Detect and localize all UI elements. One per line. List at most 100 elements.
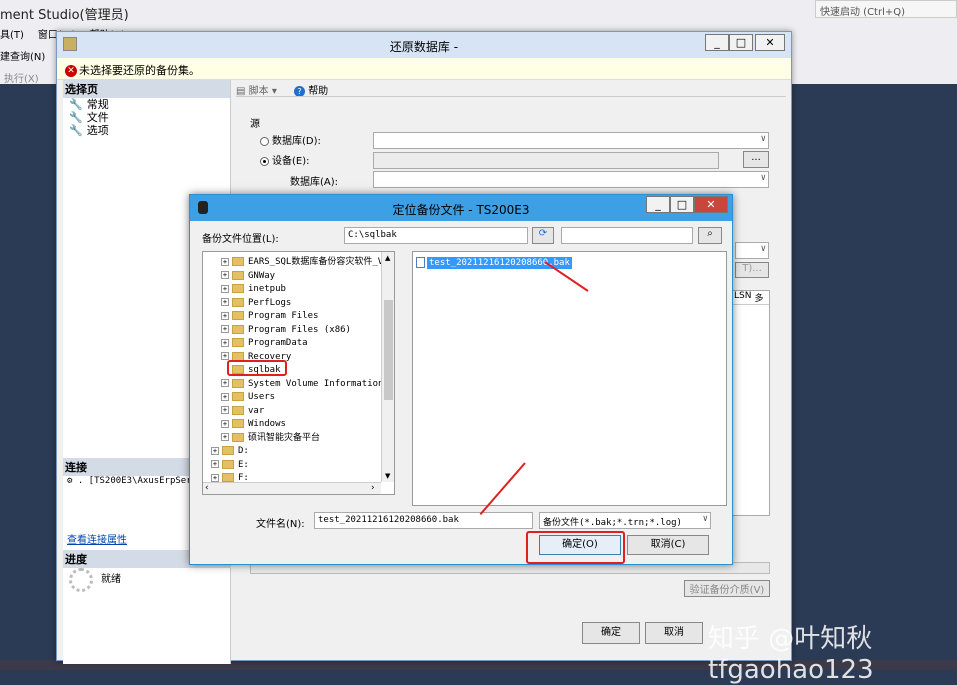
folder-icon [232, 378, 244, 388]
tree-node[interactable]: + Program Files [221, 310, 318, 322]
tree-node[interactable]: + Program Files (x86) [221, 324, 351, 336]
expand-icon[interactable]: + [221, 257, 229, 266]
expand-icon[interactable]: + [211, 446, 219, 455]
location-input[interactable]: C:\sqlbak [344, 227, 528, 244]
ok-highlight [526, 531, 625, 564]
expand-icon[interactable]: + [221, 419, 229, 428]
toolbar-divider [236, 96, 786, 97]
target-database-dropdown[interactable] [373, 171, 769, 188]
verify-backup-button[interactable]: 验证备份介质(V) [684, 580, 770, 597]
progress-spinner-icon [69, 568, 93, 592]
maximize-button[interactable]: □ [670, 196, 694, 213]
tree-node[interactable]: + ProgramData [221, 337, 308, 349]
expand-icon[interactable]: + [221, 298, 229, 306]
source-database-dropdown[interactable] [373, 132, 769, 149]
device-radio[interactable]: 设备(E): [260, 152, 310, 167]
filename-label: 文件名(N): [256, 519, 305, 530]
tree-hscrollbar[interactable]: ‹ › [203, 482, 381, 494]
tree-node[interactable]: + GNWay [221, 270, 275, 282]
help-button[interactable]: ? 帮助 [294, 82, 328, 97]
refresh-icon[interactable]: ⟳ [532, 227, 554, 244]
ok-button[interactable]: 确定 [582, 622, 640, 644]
scroll-thumb[interactable] [384, 300, 393, 400]
expand-icon[interactable]: + [221, 406, 229, 414]
folder-icon [222, 473, 234, 482]
folder-icon [232, 257, 244, 266]
column-header: 多 [754, 294, 764, 304]
menu-tools[interactable]: 具(T) [0, 26, 24, 41]
tree-node[interactable]: + var [221, 405, 264, 417]
tree-node[interactable]: + 硕讯智能灾备平台 [221, 432, 320, 444]
maximize-button[interactable]: □ [729, 34, 753, 51]
server-icon: ⚙ [67, 476, 78, 486]
select-page-header: 选择页 [63, 80, 230, 98]
locate-title-bar: 定位备份文件 - TS200E3 _ □ ✕ [190, 195, 732, 221]
scroll-down-icon[interactable]: ▼ [385, 472, 390, 480]
sqlbak-highlight [227, 360, 287, 376]
database-radio[interactable]: 数据库(D): [260, 132, 321, 147]
file-icon [416, 257, 425, 268]
timeline-button[interactable]: T)... [735, 262, 769, 278]
folder-icon [232, 297, 244, 307]
folder-icon [222, 446, 234, 455]
search-icon[interactable]: ⌕ [698, 227, 722, 244]
lsn-header: LSN [734, 291, 752, 301]
restore-title: 还原数据库 - [389, 40, 459, 54]
search-input[interactable] [561, 227, 693, 244]
file-list[interactable]: test_20211216120208660.bak [412, 251, 727, 506]
scroll-left-icon[interactable]: ‹ [205, 483, 209, 493]
browse-button[interactable]: ... [743, 151, 769, 168]
close-button[interactable]: ✕ [694, 196, 728, 213]
expand-icon[interactable]: + [221, 325, 229, 333]
progress-status: 就绪 [101, 574, 121, 585]
tree-node[interactable]: + PerfLogs [221, 297, 291, 309]
page-options[interactable]: 🔧 选项 [63, 124, 230, 137]
expand-icon[interactable]: + [211, 460, 219, 468]
tree-node[interactable]: + EARS_SQL数据库备份容灾软件_V [221, 256, 383, 268]
locate-cancel-button[interactable]: 取消(C) [627, 535, 709, 555]
expand-icon[interactable]: + [221, 352, 229, 360]
scroll-up-icon[interactable]: ▲ [385, 254, 390, 262]
execute-button[interactable]: 执行(X) [4, 70, 39, 85]
tree-node[interactable]: + System Volume Information [221, 378, 383, 390]
tree-node[interactable]: + Windows [221, 418, 286, 430]
scroll-right-icon[interactable]: › [371, 483, 375, 493]
file-type-dropdown[interactable]: 备份文件(*.bak;*.trn;*.log) [539, 512, 711, 529]
cancel-button[interactable]: 取消 [645, 622, 703, 644]
tree-vscrollbar[interactable]: ▲ ▼ [381, 252, 394, 482]
wrench-icon: 🔧 [69, 98, 83, 111]
folder-icon [232, 324, 244, 334]
folder-icon [232, 419, 244, 428]
expand-icon[interactable]: + [221, 311, 229, 320]
tree-node[interactable]: + Users [221, 391, 275, 403]
expand-icon[interactable]: + [221, 392, 229, 401]
page-files[interactable]: 🔧 文件 [63, 111, 230, 124]
tree-node[interactable]: + E: [211, 459, 249, 471]
page-general[interactable]: 🔧 常规 [63, 98, 230, 111]
tree-node[interactable]: + inetpub [221, 283, 286, 295]
folder-icon [222, 459, 234, 469]
folder-icon [232, 392, 244, 401]
folder-icon [232, 338, 244, 347]
expand-icon[interactable]: + [211, 473, 219, 482]
expand-icon[interactable]: + [221, 433, 229, 441]
device-input[interactable] [373, 152, 719, 169]
view-connection-link[interactable]: 查看连接属性 [67, 531, 127, 546]
close-button[interactable]: ✕ [755, 34, 785, 51]
new-query-button[interactable]: 建查询(N) [0, 48, 45, 63]
filename-input[interactable]: test_20211216120208660.bak [314, 512, 533, 529]
target-dropdown[interactable] [735, 242, 769, 259]
tree-node[interactable]: + D: [211, 445, 249, 457]
minimize-button[interactable]: _ [705, 34, 729, 51]
ssms-title: ment Studio(管理员) [0, 8, 129, 23]
expand-icon[interactable]: + [221, 284, 229, 293]
expand-icon[interactable]: + [221, 338, 229, 347]
quick-launch-input[interactable]: 快速启动 (Ctrl+Q) [815, 0, 957, 18]
connection-value: ⚙ . [TS200E3\AxusErpSer [67, 476, 192, 486]
expand-icon[interactable]: + [221, 379, 229, 387]
minimize-button[interactable]: _ [646, 196, 670, 213]
expand-icon[interactable]: + [221, 271, 229, 279]
script-button[interactable]: ▤ 脚本 ▾ [236, 82, 277, 97]
warning-text: 未选择要还原的备份集。 [79, 64, 200, 77]
backup-sets-grid[interactable]: LSN 多 [730, 290, 770, 516]
